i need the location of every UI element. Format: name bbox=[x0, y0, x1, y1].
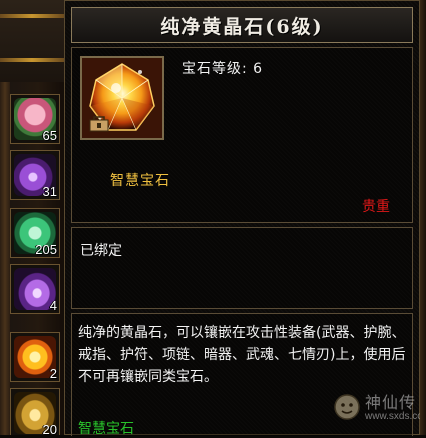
inventory-slot[interactable]: 4 bbox=[10, 264, 60, 314]
inventory-slot[interactable]: 20 bbox=[10, 388, 60, 435]
gem-type-label: 智慧宝石 bbox=[110, 173, 170, 189]
item-info-box: 宝石等级: 6 智慧宝石 贵重 bbox=[71, 47, 413, 223]
slot-count: 4 bbox=[49, 298, 57, 313]
rarity-label: 贵重 bbox=[362, 199, 390, 215]
slot-count: 2 bbox=[49, 366, 57, 381]
watermark-url: www.sxds.com bbox=[365, 411, 426, 422]
bind-status-box: 已绑定 bbox=[71, 227, 413, 309]
inventory-slot[interactable]: 31 bbox=[10, 150, 60, 200]
inventory-slot[interactable]: 2 bbox=[10, 332, 60, 382]
watermark-logo: 神仙传 bbox=[365, 393, 417, 412]
gem-level-label: 宝石等级: 6 bbox=[182, 61, 264, 77]
item-title: 纯净黄晶石(6级) bbox=[160, 15, 324, 38]
inventory-panel: 65 31 205 4 2 20 bbox=[0, 0, 64, 435]
slot-count: 205 bbox=[35, 242, 57, 257]
slot-count: 31 bbox=[42, 184, 57, 199]
site-watermark: 神仙传 www.sxds.com bbox=[333, 389, 426, 429]
inventory-slot[interactable]: 65 bbox=[10, 94, 60, 144]
slot-count: 65 bbox=[42, 128, 57, 143]
item-tooltip: 纯净黄晶石(6级) 宝石等级: 6 智慧宝石 贵重 已绑定 纯净的黄晶石，可以镶… bbox=[64, 0, 426, 437]
inventory-frame bbox=[0, 82, 10, 435]
watermark-face-icon bbox=[334, 394, 360, 420]
inventory-header-decor bbox=[0, 0, 64, 82]
gem-effect-label: 智慧宝石 bbox=[78, 421, 134, 437]
bound-lock-icon bbox=[89, 116, 109, 132]
slot-count: 20 bbox=[42, 422, 57, 435]
item-icon-frame bbox=[80, 56, 164, 140]
panel-edge bbox=[420, 0, 426, 435]
item-description: 纯净的黄晶石，可以镶嵌在攻击性装备(武器、护腕、戒指、护符、项链、暗器、武魂、七… bbox=[78, 325, 406, 385]
tooltip-title-bar: 纯净黄晶石(6级) bbox=[71, 7, 413, 43]
bind-status-label: 已绑定 bbox=[80, 243, 122, 259]
inventory-slot[interactable]: 205 bbox=[10, 208, 60, 258]
